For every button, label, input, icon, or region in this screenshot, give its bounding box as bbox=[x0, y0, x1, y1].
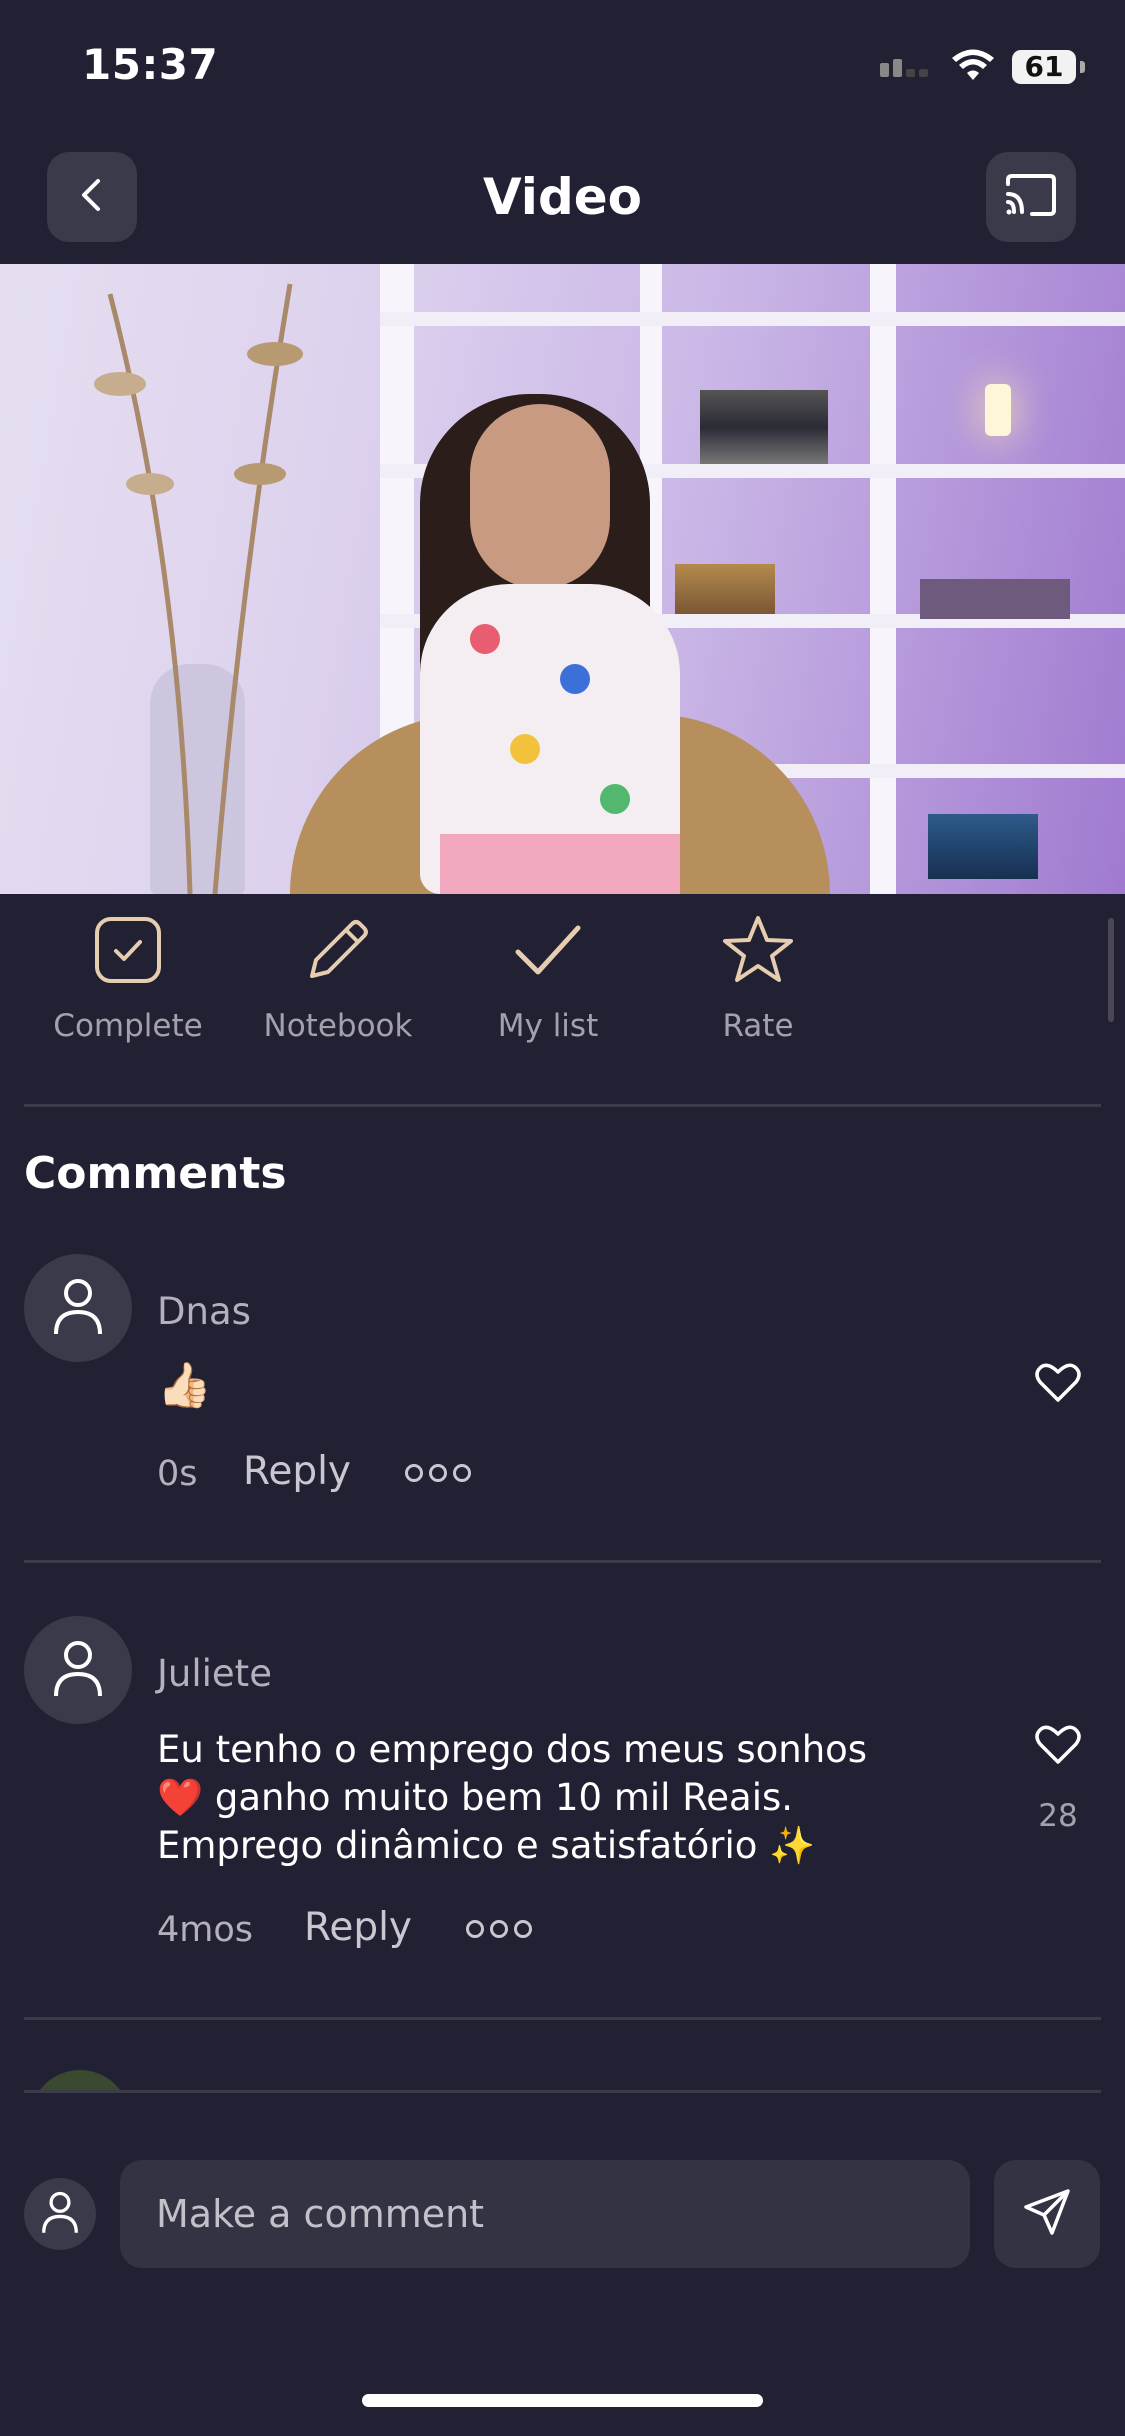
like-button[interactable] bbox=[1034, 1360, 1082, 1408]
comment-username[interactable]: Juliete bbox=[157, 1652, 272, 1695]
star-pattern bbox=[600, 784, 630, 814]
avatar[interactable] bbox=[24, 1616, 132, 1724]
rate-button[interactable]: Rate bbox=[658, 912, 858, 1044]
user-icon bbox=[40, 2189, 80, 2239]
books-stack bbox=[700, 390, 828, 464]
notebook-label: Notebook bbox=[263, 1008, 413, 1044]
my-list-button[interactable]: My list bbox=[448, 912, 648, 1044]
cast-icon bbox=[1002, 172, 1060, 222]
heart-icon bbox=[1034, 1363, 1082, 1408]
presenter-skirt bbox=[440, 834, 680, 894]
complete-button[interactable]: Complete bbox=[28, 912, 228, 1044]
rate-label: Rate bbox=[722, 1008, 794, 1044]
divider bbox=[24, 1104, 1101, 1107]
next-comment-avatar bbox=[30, 2070, 130, 2090]
pencil-icon bbox=[238, 912, 438, 988]
battery-nub bbox=[1080, 61, 1085, 73]
battery-indicator: 61 bbox=[1012, 50, 1076, 84]
books-stack bbox=[928, 814, 1038, 879]
reply-button[interactable]: Reply bbox=[243, 1449, 351, 1494]
shelf-frame bbox=[870, 264, 896, 894]
like-button[interactable] bbox=[1034, 1722, 1082, 1770]
star-pattern bbox=[470, 624, 500, 654]
heart-icon bbox=[1034, 1725, 1082, 1770]
page-title: Video bbox=[482, 168, 642, 226]
checkmark-icon bbox=[448, 912, 648, 988]
user-icon bbox=[51, 1638, 105, 1702]
books-stack bbox=[675, 564, 775, 614]
decor-box bbox=[920, 579, 1070, 619]
more-options-icon[interactable] bbox=[405, 1464, 471, 1482]
reply-button[interactable]: Reply bbox=[304, 1905, 412, 1950]
comment-input[interactable] bbox=[120, 2160, 970, 2268]
send-icon bbox=[1022, 2187, 1072, 2241]
video-player[interactable] bbox=[0, 264, 1125, 894]
signal-icon bbox=[878, 53, 934, 81]
divider bbox=[24, 2090, 1101, 2093]
candle bbox=[985, 384, 1011, 436]
star-pattern bbox=[510, 734, 540, 764]
current-user-avatar bbox=[24, 2178, 96, 2250]
complete-label: Complete bbox=[53, 1008, 203, 1044]
shelf-board bbox=[380, 312, 1125, 326]
cast-button[interactable] bbox=[986, 152, 1076, 242]
scrollbar-thumb[interactable] bbox=[1108, 918, 1114, 1022]
comment-text: 👍🏻 bbox=[157, 1360, 212, 1411]
status-icons: 61 bbox=[878, 48, 1085, 86]
comment-text-line-3: Emprego dinâmico e satisfatório ✨ bbox=[157, 1824, 816, 1867]
more-options-icon[interactable] bbox=[466, 1920, 532, 1938]
avatar[interactable] bbox=[24, 1254, 132, 1362]
comment-age: 0s bbox=[157, 1454, 198, 1494]
star-icon bbox=[658, 912, 858, 988]
wifi-icon bbox=[950, 48, 996, 86]
divider bbox=[24, 1560, 1101, 1563]
checkbox-icon bbox=[28, 912, 228, 988]
home-indicator[interactable] bbox=[362, 2394, 763, 2407]
user-icon bbox=[51, 1276, 105, 1340]
divider bbox=[24, 2017, 1101, 2020]
notebook-button[interactable]: Notebook bbox=[238, 912, 438, 1044]
like-count: 28 bbox=[1038, 1798, 1078, 1834]
send-button[interactable] bbox=[994, 2160, 1100, 2268]
star-pattern bbox=[560, 664, 590, 694]
comment-text-line-2: ❤️ ganho muito bem 10 mil Reais. bbox=[157, 1776, 794, 1819]
comment-text-line-1: Eu tenho o emprego dos meus sonhos bbox=[157, 1728, 868, 1771]
comment-username[interactable]: Dnas bbox=[157, 1290, 251, 1333]
comment-age: 4mos bbox=[157, 1910, 254, 1950]
my-list-label: My list bbox=[497, 1008, 599, 1044]
presenter-face bbox=[470, 404, 610, 589]
status-time: 15:37 bbox=[82, 40, 219, 89]
comments-title: Comments bbox=[24, 1148, 287, 1199]
